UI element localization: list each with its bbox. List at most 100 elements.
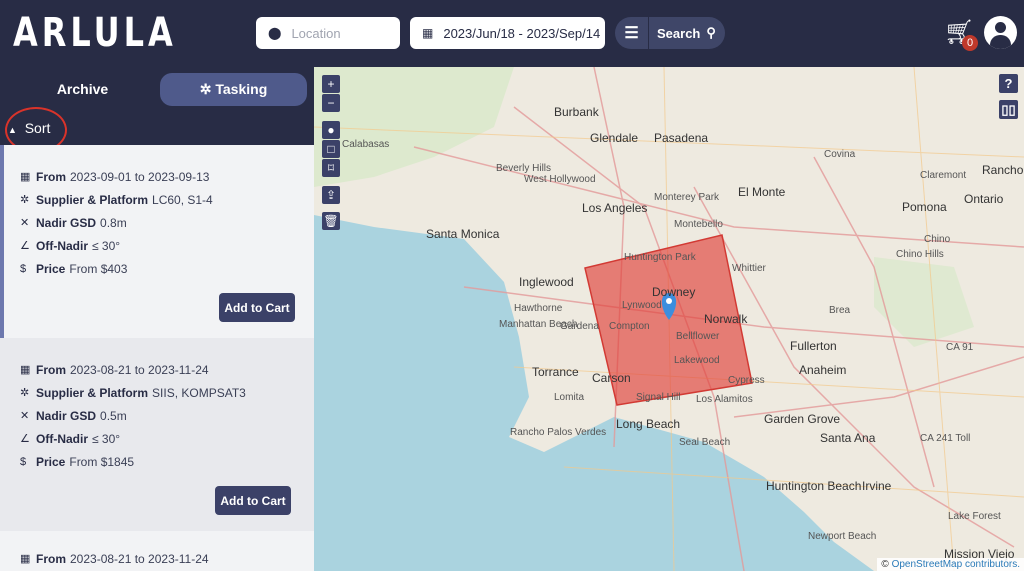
help-button[interactable]: ? bbox=[999, 74, 1018, 93]
book-icon[interactable]: ▯▯ bbox=[999, 100, 1018, 119]
satellite-icon: ✲ bbox=[20, 387, 30, 399]
satellite-icon: ✲ bbox=[20, 194, 30, 206]
supplier-label: Supplier & Platform bbox=[36, 192, 149, 207]
gsd-value: 0.8m bbox=[100, 215, 127, 230]
place-label: Garden Grove bbox=[764, 412, 841, 426]
place-label: Norwalk bbox=[704, 312, 748, 326]
place-label: Calabasas bbox=[342, 139, 390, 150]
cart-count-badge: 0 bbox=[962, 35, 978, 51]
place-label: Brea bbox=[829, 305, 851, 316]
place-label: Lake Forest bbox=[948, 511, 1001, 522]
price-label: Price bbox=[36, 261, 66, 276]
place-label: Carson bbox=[592, 371, 631, 385]
price-value: From $403 bbox=[69, 261, 128, 276]
place-label: El Monte bbox=[738, 185, 786, 199]
zoom-out-button[interactable]: − bbox=[322, 94, 340, 112]
place-label: West Hollywood bbox=[524, 174, 596, 185]
user-avatar-icon[interactable] bbox=[984, 16, 1017, 49]
zoom-in-button[interactable]: + bbox=[322, 75, 340, 93]
search-icon: ⚲ bbox=[706, 25, 716, 40]
place-label: Cypress bbox=[728, 375, 765, 386]
place-label: Anaheim bbox=[799, 363, 847, 377]
place-label: Pomona bbox=[902, 200, 947, 214]
map[interactable]: Burbank Glendale Pasadena Calabasas Beverly … bbox=[314, 67, 1024, 571]
map-pin-icon: ● bbox=[327, 123, 335, 137]
square-icon: □ bbox=[327, 142, 335, 156]
place-label: Chino bbox=[924, 234, 951, 245]
place-label: Claremont bbox=[920, 170, 967, 181]
offnadir-value: ≤ 30° bbox=[92, 431, 121, 446]
place-label: Downey bbox=[652, 285, 696, 299]
draw-marker-button[interactable]: ● bbox=[322, 121, 340, 139]
tab-tasking[interactable]: ✲ Tasking bbox=[160, 73, 307, 106]
supplier-label: Supplier & Platform bbox=[36, 385, 149, 400]
dollar-icon: $ bbox=[20, 455, 27, 468]
place-label: Covina bbox=[824, 149, 856, 160]
osm-link[interactable]: OpenStreetMap bbox=[892, 559, 963, 570]
search-label: Search bbox=[657, 25, 701, 41]
date-range-input[interactable]: ▦ 2023/Jun/18 - 2023/Sep/14 bbox=[410, 17, 605, 49]
filter-button[interactable]: ☰ bbox=[615, 17, 649, 49]
sort-toggle[interactable]: ▲ Sort bbox=[8, 120, 50, 136]
sort-label: Sort bbox=[24, 120, 51, 136]
add-to-cart-button[interactable]: Add to Cart bbox=[219, 293, 295, 322]
place-label: Gardena bbox=[560, 321, 599, 332]
place-label: Pasadena bbox=[654, 131, 709, 145]
result-card[interactable]: ▦ From 2023-08-21 to 2023-11-24 ✲ Supplier … bbox=[0, 338, 314, 531]
place-label: Monterey Park bbox=[654, 192, 720, 203]
place-label: Chino Hills bbox=[896, 249, 944, 260]
draw-polygon-button[interactable]: ⌑ bbox=[322, 159, 340, 177]
tab-archive[interactable]: Archive bbox=[5, 73, 160, 106]
satellite-icon: ✲ bbox=[199, 81, 216, 97]
from-label: From bbox=[36, 362, 66, 377]
sliders-icon: ☰ bbox=[624, 25, 639, 42]
place-label: Compton bbox=[609, 321, 650, 332]
draw-rectangle-button[interactable]: □ bbox=[322, 140, 340, 158]
date-range-value: 2023/Jun/18 - 2023/Sep/14 bbox=[443, 25, 601, 41]
offnadir-value: ≤ 30° bbox=[92, 238, 121, 253]
from-label: From bbox=[36, 169, 66, 184]
place-label: Santa Monica bbox=[426, 227, 500, 241]
place-label: Irvine bbox=[862, 479, 892, 493]
place-label: Los Alamitos bbox=[696, 394, 753, 405]
place-label: Torrance bbox=[532, 365, 579, 379]
supplier-value: LC60, S1-4 bbox=[152, 192, 213, 207]
dollar-icon: $ bbox=[20, 262, 27, 275]
search-group: ☰ Search ⚲ bbox=[615, 17, 725, 49]
place-label: CA 241 Toll bbox=[920, 433, 971, 444]
date-range: 2023-09-01 to 2023-09-13 bbox=[70, 169, 210, 184]
logo[interactable]: ARLULA bbox=[13, 10, 177, 56]
place-label: Long Beach bbox=[616, 417, 681, 431]
place-label: Ontario bbox=[964, 192, 1004, 206]
from-label: From bbox=[36, 551, 66, 566]
place-label: Lakewood bbox=[674, 355, 720, 366]
delete-button[interactable]: 🗑︎ bbox=[322, 212, 340, 230]
attribution-text: contributors. bbox=[962, 559, 1020, 570]
caret-up-icon: ▲ bbox=[8, 125, 17, 135]
offnadir-label: Off-Nadir bbox=[36, 238, 88, 253]
expand-arrows-icon: ✕ bbox=[20, 217, 30, 229]
place-label: Rancho Palos Verdes bbox=[510, 427, 607, 438]
tab-tasking-label: Tasking bbox=[215, 81, 268, 97]
place-label: CA 91 bbox=[946, 342, 974, 353]
polygon-icon: ⌑ bbox=[327, 161, 335, 175]
expand-arrows-icon: ✕ bbox=[20, 410, 30, 422]
price-value: From $1845 bbox=[69, 454, 135, 469]
result-card[interactable]: ▦ From 2023-08-21 to 2023-11-24 bbox=[0, 531, 314, 571]
supplier-value: SIIS, KOMPSAT3 bbox=[152, 385, 246, 400]
place-label: Whittier bbox=[732, 263, 766, 274]
place-label: Huntington Beach bbox=[766, 479, 862, 493]
location-input[interactable]: ⬤ Location bbox=[256, 17, 400, 49]
upload-button[interactable]: ⇪ bbox=[322, 186, 340, 204]
sidebar: Archive ✲ Tasking ▲ Sort ▦ From 2023-09-01… bbox=[0, 67, 314, 571]
gsd-label: Nadir GSD bbox=[36, 408, 97, 423]
result-card[interactable]: ▦ From 2023-09-01 to 2023-09-13 ✲ Supplier … bbox=[0, 145, 314, 338]
place-label: Burbank bbox=[554, 105, 599, 119]
calendar-icon: ▦ bbox=[20, 553, 31, 565]
place-label: Huntington Park bbox=[624, 252, 696, 263]
search-button[interactable]: Search ⚲ bbox=[649, 25, 716, 41]
add-to-cart-button[interactable]: Add to Cart bbox=[215, 486, 291, 515]
date-range: 2023-08-21 to 2023-11-24 bbox=[70, 362, 209, 377]
place-label: Los Angeles bbox=[582, 201, 648, 215]
place-label: Lynwood bbox=[622, 300, 662, 311]
